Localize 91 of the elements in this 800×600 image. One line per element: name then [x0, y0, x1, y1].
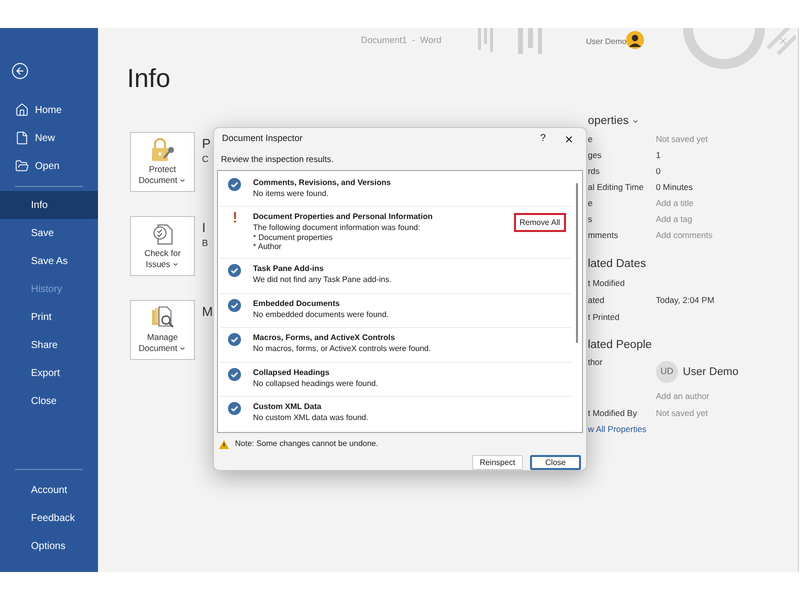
property-value: 0 Minutes [656, 180, 693, 194]
sidebar-item[interactable]: Feedback [0, 504, 98, 532]
check-circle-icon [228, 264, 241, 278]
document-check-icon [150, 222, 174, 246]
folder-icon [15, 159, 29, 173]
sidebar-item[interactable]: Open [0, 152, 98, 180]
warning-icon [219, 440, 229, 448]
property-label: thor [588, 356, 604, 369]
section-text: B [202, 237, 208, 250]
sidebar-item[interactable]: Info [0, 191, 98, 219]
sidebar-item[interactable]: Share [0, 331, 98, 359]
sidebar-item[interactable]: Close [0, 387, 98, 415]
result-text: No macros, forms, or ActiveX controls were found. [253, 344, 432, 354]
scrollbar-thumb[interactable] [576, 182, 578, 343]
result-text: No embedded documents were found. [253, 310, 390, 320]
author-avatar: UD [656, 361, 678, 383]
check-circle-icon [228, 178, 241, 191]
back-icon[interactable] [11, 62, 29, 80]
property-value: Not saved yet [656, 406, 708, 420]
property-label: t Modified [588, 277, 626, 290]
avatar-icon [626, 31, 644, 49]
property-label: ated [588, 294, 606, 307]
result-text: * Document properties [253, 232, 334, 242]
document-icon [15, 131, 29, 145]
show-all-properties-link[interactable]: w All Properties [588, 422, 738, 436]
result-title: Embedded Documents [253, 298, 341, 310]
section-button[interactable]: Check for Issues [130, 216, 195, 276]
property-value: Today, 2:04 PM [656, 294, 714, 307]
result-title: Comments, Revisions, and Versions [253, 176, 392, 189]
property-label: s [588, 212, 594, 226]
window-close-icon[interactable] [778, 36, 788, 46]
check-circle-icon [228, 368, 241, 381]
property-label: t Modified By [588, 406, 638, 420]
dialog-button[interactable]: Reinspect [472, 455, 523, 470]
result-text: No items were found. [253, 188, 330, 198]
sidebar-item[interactable]: Save As [0, 247, 98, 275]
sidebar-item[interactable]: Account [0, 476, 98, 504]
page-title: Info [127, 62, 172, 94]
remove-all-button[interactable]: Remove All [514, 213, 566, 232]
result-title: Task Pane Add-ins [253, 263, 325, 276]
exclamation-icon [232, 212, 236, 224]
sidebar-item[interactable]: Home [0, 96, 98, 124]
properties-heading[interactable]: operties [588, 114, 738, 128]
result-title: Collapsed Headings [253, 366, 330, 379]
result-text: We did not find any Task Pane add-ins. [253, 275, 392, 285]
check-circle-icon [228, 402, 241, 416]
property-label: al Editing Time [588, 180, 645, 194]
dialog-button[interactable]: Close [530, 455, 581, 470]
section-button[interactable]: Protect Document [130, 132, 195, 192]
result-text: No collapsed headings were found. [253, 378, 379, 388]
result-title: Macros, Forms, and ActiveX Controls [253, 332, 396, 344]
caret-icon [632, 118, 639, 124]
sidebar-item[interactable]: Save [0, 219, 98, 247]
sidebar-item[interactable]: Options [0, 532, 98, 560]
documents-search-icon [150, 306, 176, 330]
home-icon [15, 103, 29, 117]
result-title: Custom XML Data [253, 401, 322, 414]
section-heading: lated People [588, 338, 653, 352]
caret-icon [179, 177, 186, 184]
result-text: * Author [253, 242, 282, 252]
section-heading: M [202, 303, 213, 321]
property-label: ges [588, 148, 603, 162]
result-text: No custom XML data was found. [253, 413, 370, 423]
property-label: t Printed [588, 311, 620, 324]
close-button[interactable]: × [556, 132, 582, 146]
author-name: User Demo [682, 364, 738, 380]
property-value: 0 [656, 164, 661, 178]
section-heading: lated Dates [588, 257, 648, 271]
property-label: e [588, 132, 594, 146]
sidebar-item[interactable]: Export [0, 359, 98, 387]
note-text: Note: Some changes cannot be undone. [235, 438, 378, 450]
property-label: rds [588, 164, 601, 178]
caret-icon [179, 345, 186, 352]
help-button[interactable]: ? [530, 131, 556, 146]
window-title: Document1 - Word [361, 34, 442, 48]
property-label: mments [588, 228, 620, 242]
sidebar-item[interactable]: New [0, 124, 98, 152]
section-heading: P [202, 135, 211, 153]
sidebar-item[interactable]: Print [0, 303, 98, 331]
instruction-text: Review the inspection results. [221, 152, 334, 166]
dialog-title: Document Inspector [222, 132, 304, 146]
check-circle-icon [228, 333, 241, 346]
property-value: 1 [656, 148, 661, 162]
section-text: C [202, 153, 210, 166]
section-button[interactable]: Manage Document [130, 300, 195, 360]
result-text: The following document information was found: [253, 223, 422, 233]
property-label: e [588, 196, 594, 210]
section-heading: I [202, 219, 207, 237]
check-circle-icon [228, 298, 241, 312]
result-title: Document Properties and Personal Information [253, 211, 434, 224]
caret-icon [172, 261, 180, 268]
